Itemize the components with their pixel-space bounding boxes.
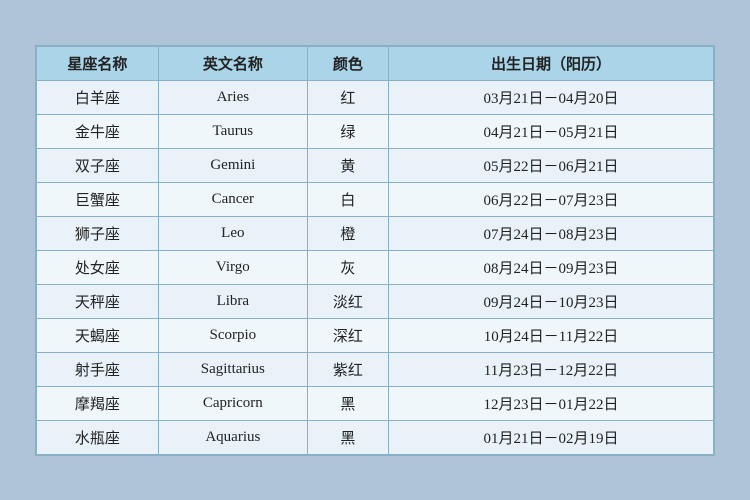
cell-color: 红 xyxy=(307,80,388,114)
cell-date: 08月24日－09月23日 xyxy=(389,250,714,284)
header-en: 英文名称 xyxy=(158,46,307,80)
table-row: 射手座Sagittarius紫红11月23日－12月22日 xyxy=(37,352,714,386)
cell-color: 橙 xyxy=(307,216,388,250)
table-row: 巨蟹座Cancer白06月22日－07月23日 xyxy=(37,182,714,216)
cell-color: 深红 xyxy=(307,318,388,352)
cell-color: 黑 xyxy=(307,420,388,454)
cell-cn: 水瓶座 xyxy=(37,420,159,454)
cell-cn: 天蝎座 xyxy=(37,318,159,352)
cell-en: Capricorn xyxy=(158,386,307,420)
cell-color: 绿 xyxy=(307,114,388,148)
cell-color: 淡红 xyxy=(307,284,388,318)
cell-cn: 巨蟹座 xyxy=(37,182,159,216)
cell-en: Scorpio xyxy=(158,318,307,352)
header-date: 出生日期（阳历） xyxy=(389,46,714,80)
cell-en: Virgo xyxy=(158,250,307,284)
cell-en: Aquarius xyxy=(158,420,307,454)
cell-cn: 双子座 xyxy=(37,148,159,182)
cell-en: Taurus xyxy=(158,114,307,148)
cell-date: 07月24日－08月23日 xyxy=(389,216,714,250)
cell-cn: 射手座 xyxy=(37,352,159,386)
cell-color: 黄 xyxy=(307,148,388,182)
table-row: 天蝎座Scorpio深红10月24日－11月22日 xyxy=(37,318,714,352)
zodiac-table: 星座名称 英文名称 颜色 出生日期（阳历） 白羊座Aries红03月21日－04… xyxy=(36,46,714,455)
cell-date: 12月23日－01月22日 xyxy=(389,386,714,420)
cell-color: 紫红 xyxy=(307,352,388,386)
cell-color: 黑 xyxy=(307,386,388,420)
cell-cn: 狮子座 xyxy=(37,216,159,250)
cell-cn: 金牛座 xyxy=(37,114,159,148)
cell-en: Sagittarius xyxy=(158,352,307,386)
table-row: 处女座Virgo灰08月24日－09月23日 xyxy=(37,250,714,284)
cell-cn: 处女座 xyxy=(37,250,159,284)
table-row: 白羊座Aries红03月21日－04月20日 xyxy=(37,80,714,114)
header-cn: 星座名称 xyxy=(37,46,159,80)
cell-cn: 白羊座 xyxy=(37,80,159,114)
cell-color: 灰 xyxy=(307,250,388,284)
cell-en: Aries xyxy=(158,80,307,114)
cell-cn: 天秤座 xyxy=(37,284,159,318)
table-row: 双子座Gemini黄05月22日－06月21日 xyxy=(37,148,714,182)
cell-date: 05月22日－06月21日 xyxy=(389,148,714,182)
cell-date: 09月24日－10月23日 xyxy=(389,284,714,318)
table-row: 金牛座Taurus绿04月21日－05月21日 xyxy=(37,114,714,148)
cell-date: 06月22日－07月23日 xyxy=(389,182,714,216)
cell-date: 04月21日－05月21日 xyxy=(389,114,714,148)
cell-en: Gemini xyxy=(158,148,307,182)
cell-cn: 摩羯座 xyxy=(37,386,159,420)
table-row: 摩羯座Capricorn黑12月23日－01月22日 xyxy=(37,386,714,420)
cell-date: 11月23日－12月22日 xyxy=(389,352,714,386)
table-header-row: 星座名称 英文名称 颜色 出生日期（阳历） xyxy=(37,46,714,80)
header-color: 颜色 xyxy=(307,46,388,80)
table-row: 狮子座Leo橙07月24日－08月23日 xyxy=(37,216,714,250)
cell-date: 01月21日－02月19日 xyxy=(389,420,714,454)
cell-date: 10月24日－11月22日 xyxy=(389,318,714,352)
cell-en: Libra xyxy=(158,284,307,318)
zodiac-table-container: 星座名称 英文名称 颜色 出生日期（阳历） 白羊座Aries红03月21日－04… xyxy=(35,45,715,456)
cell-en: Leo xyxy=(158,216,307,250)
cell-date: 03月21日－04月20日 xyxy=(389,80,714,114)
cell-en: Cancer xyxy=(158,182,307,216)
table-row: 天秤座Libra淡红09月24日－10月23日 xyxy=(37,284,714,318)
cell-color: 白 xyxy=(307,182,388,216)
table-row: 水瓶座Aquarius黑01月21日－02月19日 xyxy=(37,420,714,454)
